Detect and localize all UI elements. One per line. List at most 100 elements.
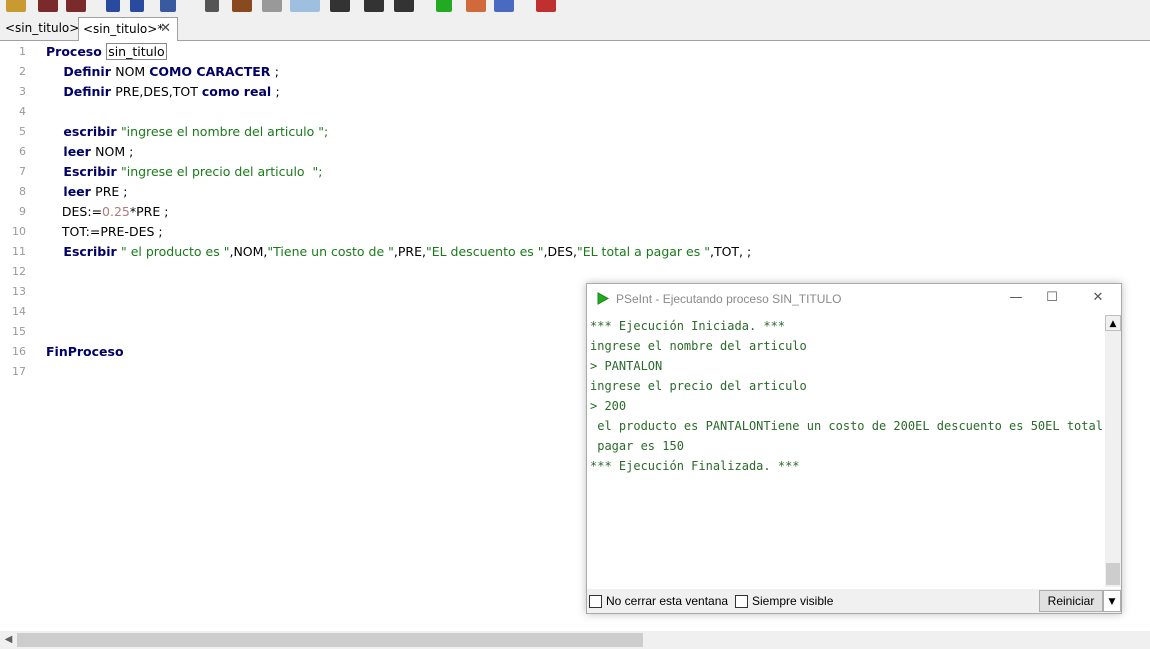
scrollbar-thumb[interactable] [1106, 563, 1120, 585]
code-line[interactable]: 6 leer NOM ; [0, 141, 1150, 161]
undo-icon[interactable] [106, 0, 120, 12]
keep-open-checkbox[interactable] [589, 595, 602, 608]
redo-icon[interactable] [130, 0, 144, 12]
console-scrollbar[interactable]: ▲ [1105, 315, 1121, 587]
line-number: 13 [12, 285, 26, 298]
code-text[interactable]: leer NOM ; [46, 144, 133, 159]
line-number: 12 [12, 265, 26, 278]
code-token: *PRE ; [129, 204, 169, 219]
console-line: *** Ejecución Finalizada. *** [590, 459, 800, 473]
code-token: DES:= [46, 204, 103, 219]
window-titlebar[interactable]: PSeInt - Ejecutando proceso SIN_TITULO —… [587, 284, 1121, 313]
maximize-icon[interactable]: ☐ [1037, 288, 1067, 308]
window-footer: No cerrar esta ventana Siempre visible R… [587, 589, 1121, 613]
cut-icon[interactable] [160, 0, 176, 12]
find-icon[interactable] [330, 0, 350, 12]
code-text[interactable]: Definir PRE,DES,TOT como real ; [46, 84, 279, 99]
copy-icon[interactable] [205, 0, 219, 12]
code-text[interactable]: Definir NOM COMO CARACTER ; [46, 64, 279, 79]
console-line: *** Ejecución Iniciada. *** [590, 319, 786, 333]
close-icon[interactable]: ✕ [1083, 288, 1113, 308]
replace-icon[interactable] [394, 0, 414, 12]
tab-label: <sin_titulo>* [83, 22, 164, 36]
code-line[interactable]: 2 Definir NOM COMO CARACTER ; [0, 61, 1150, 81]
save-as-icon[interactable] [66, 0, 86, 12]
code-token: ,PRE, [393, 244, 426, 259]
flowchart-icon[interactable] [536, 0, 556, 12]
find-next-icon[interactable] [364, 0, 384, 12]
pseint-logo-icon [597, 292, 609, 305]
open-file-icon[interactable] [6, 0, 26, 12]
always-visible-checkbox[interactable] [735, 595, 748, 608]
line-number: 15 [12, 325, 26, 338]
scroll-left-icon[interactable]: ◀ [0, 631, 17, 649]
code-line[interactable]: 5 escribir "ingrese el nombre del articu… [0, 121, 1150, 141]
code-line[interactable]: 3 Definir PRE,DES,TOT como real ; [0, 81, 1150, 101]
line-number: 5 [19, 125, 26, 138]
code-token: ,TOT, ; [709, 244, 752, 259]
code-token: sin_titulo [106, 43, 167, 60]
execution-window: PSeInt - Ejecutando proceso SIN_TITULO —… [586, 283, 1122, 614]
tab-sin-titulo-2[interactable]: <sin_titulo>* ✕ [78, 17, 178, 42]
code-line[interactable]: 1 Proceso sin_titulo [0, 41, 1150, 61]
close-icon[interactable]: ✕ [160, 21, 171, 36]
minimize-icon[interactable]: — [1001, 288, 1031, 308]
code-line[interactable]: 8 leer PRE ; [0, 181, 1150, 201]
console-line: el producto es PANTALONTiene un costo de… [590, 419, 1105, 433]
console-line: pagar es 150 [590, 439, 684, 453]
code-text[interactable]: Escribir " el producto es ",NOM,"Tiene u… [46, 244, 751, 259]
code-token: ; [274, 64, 279, 79]
line-number: 1 [19, 45, 26, 58]
always-visible-label[interactable]: Siempre visible [752, 594, 833, 608]
code-token: "Tiene un costo de " [267, 244, 394, 259]
code-text[interactable]: FinProceso [46, 344, 124, 359]
code-line[interactable]: 10 TOT:=PRE-DES ; [0, 221, 1150, 241]
code-line[interactable]: 7 Escribir "ingrese el precio del articu… [0, 161, 1150, 181]
code-text[interactable]: escribir "ingrese el nombre del articulo… [46, 124, 328, 139]
code-text[interactable]: TOT:=PRE-DES ; [46, 224, 163, 239]
format-icon[interactable] [290, 0, 320, 12]
step-run-icon[interactable] [466, 0, 486, 12]
code-token: Definir [46, 64, 116, 79]
code-token: Proceso [46, 44, 107, 59]
line-number: 3 [19, 85, 26, 98]
line-number: 17 [12, 365, 26, 378]
code-token: PRE,DES,TOT [115, 84, 202, 99]
code-token: "EL descuento es " [425, 244, 544, 259]
code-token: Definir [46, 84, 116, 99]
code-text[interactable]: leer PRE ; [46, 184, 127, 199]
code-line[interactable]: 9 DES:=0.25*PRE ; [0, 201, 1150, 221]
code-line[interactable]: 11 Escribir " el producto es ",NOM,"Tien… [0, 241, 1150, 261]
code-line[interactable]: 12 [0, 261, 1150, 281]
line-number: 16 [12, 345, 26, 358]
line-number: 8 [19, 185, 26, 198]
code-token: ,NOM, [229, 244, 268, 259]
tab-sin-titulo-1[interactable]: <sin_titulo>* [1, 17, 85, 41]
code-text[interactable]: Proceso sin_titulo [46, 43, 167, 60]
keep-open-label[interactable]: No cerrar esta ventana [606, 594, 728, 608]
run-icon[interactable] [436, 0, 452, 12]
console-output[interactable]: *** Ejecución Iniciada. *** ingrese el no… [587, 315, 1105, 587]
code-text[interactable]: Escribir "ingrese el precio del articulo… [46, 164, 322, 179]
horizontal-scrollbar[interactable]: ◀ [0, 631, 1150, 649]
console-line: > PANTALON [590, 359, 663, 373]
paste-icon[interactable] [232, 0, 252, 12]
scrollbar-thumb[interactable] [17, 633, 643, 647]
scroll-up-icon[interactable]: ▲ [1105, 315, 1121, 331]
line-number: 9 [19, 205, 26, 218]
code-token: "ingrese el nombre del articulo "; [120, 124, 329, 139]
code-line[interactable]: 4 [0, 101, 1150, 121]
save-icon[interactable] [38, 0, 58, 12]
restart-button[interactable]: Reiniciar [1039, 590, 1103, 612]
console-line: ingrese el nombre del articulo [590, 339, 807, 353]
indent-icon[interactable] [262, 0, 282, 12]
line-number: 10 [12, 225, 26, 238]
restart-dropdown-icon[interactable]: ▼ [1103, 590, 1121, 612]
code-token: ,DES, [543, 244, 577, 259]
debug-icon[interactable] [494, 0, 514, 12]
code-token: TOT:=PRE-DES ; [46, 224, 163, 239]
line-number: 6 [19, 145, 26, 158]
code-token: COMO CARACTER [149, 64, 275, 79]
code-token: como real [201, 84, 276, 99]
code-text[interactable]: DES:=0.25*PRE ; [46, 204, 169, 219]
